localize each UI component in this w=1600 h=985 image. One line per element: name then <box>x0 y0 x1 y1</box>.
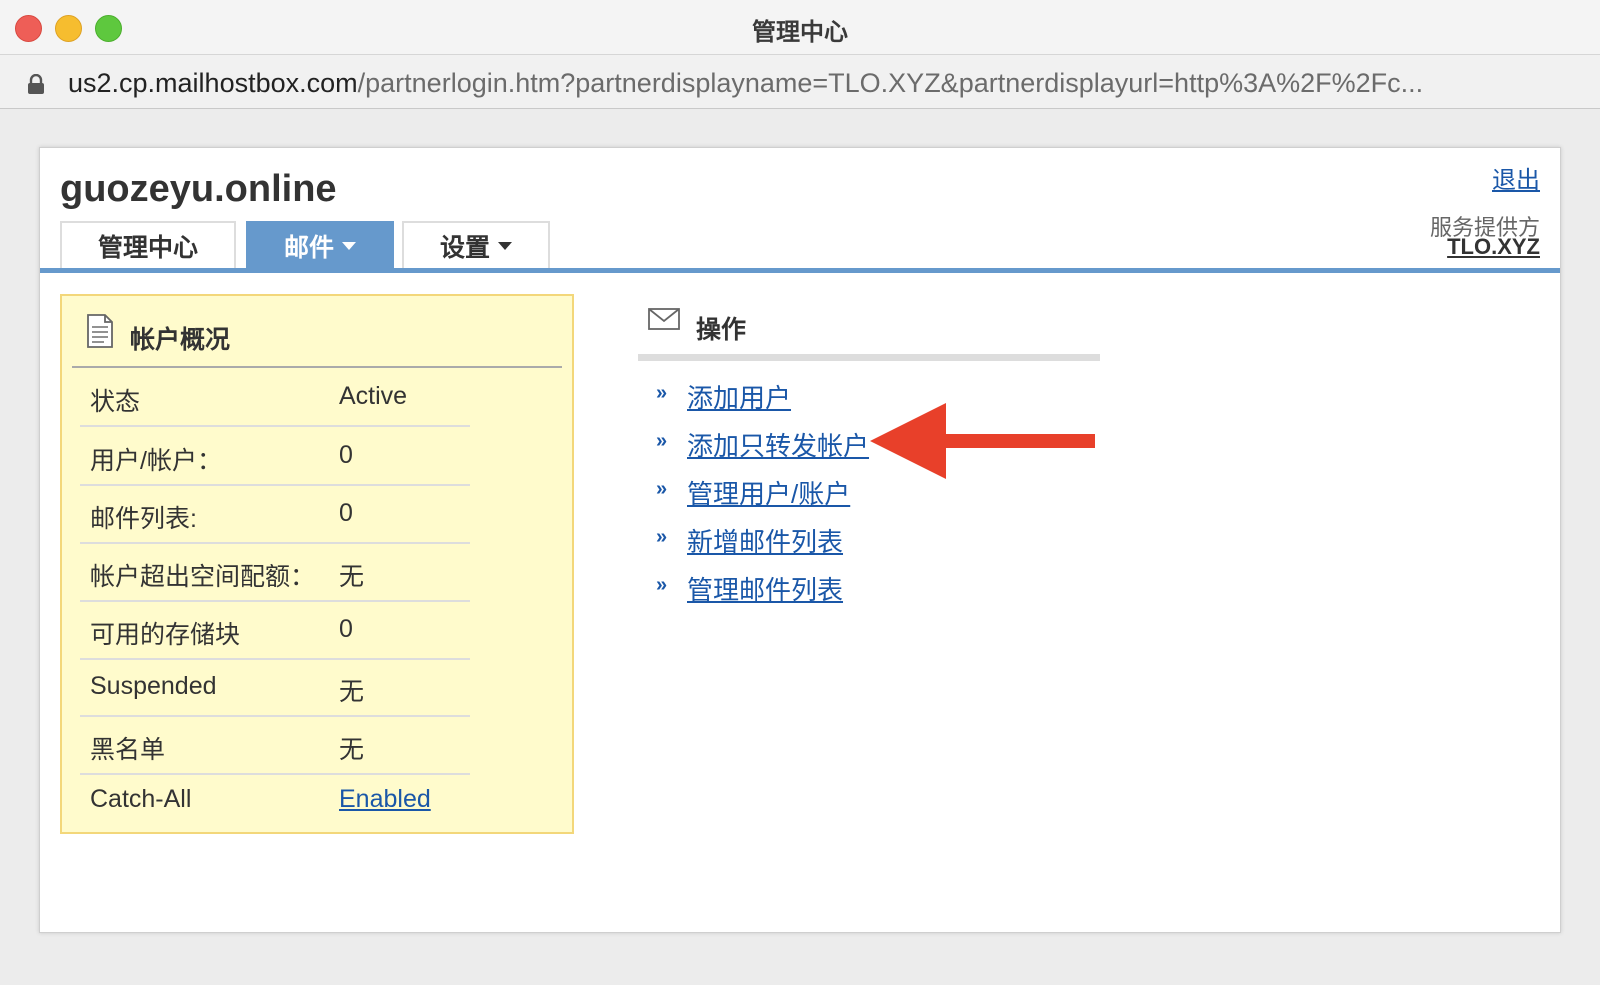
document-icon <box>87 314 113 348</box>
row-value: 0 <box>339 615 353 643</box>
window-title: 管理中心 <box>752 19 848 46</box>
envelope-icon <box>648 308 680 330</box>
tab-label: 邮件 <box>283 234 334 262</box>
control-panel-page: guozeyu.online 退出 服务提供方 TLO.XYZ 管理中心 邮件 … <box>39 147 1561 933</box>
url-path: /partnerlogin.htm?partnerdisplayname=TLO… <box>357 68 1424 98</box>
red-arrow-icon <box>870 403 1095 479</box>
domain-title: guozeyu.online <box>60 168 337 210</box>
row-label: 可用的存储块 <box>90 621 241 649</box>
double-chevron-icon: » <box>656 574 668 596</box>
overview-row-suspended: Suspended 无 <box>80 658 470 717</box>
overview-row-catch-all: Catch-All Enabled <box>80 771 470 828</box>
row-value: 0 <box>339 499 353 527</box>
lock-icon <box>28 74 44 94</box>
account-overview-panel: 帐户概况 状态 Active 用户/帐户： 0 邮件列表: 0 帐户超出空间配额… <box>60 294 574 834</box>
double-chevron-icon: » <box>656 478 668 500</box>
row-value: Active <box>339 382 408 410</box>
row-value: 无 <box>339 563 365 591</box>
url-host: us2.cp.mailhostbox.com <box>68 68 358 98</box>
row-value: 0 <box>339 441 353 469</box>
row-label: 黑名单 <box>90 736 166 764</box>
row-label: 邮件列表: <box>90 505 197 533</box>
url-text[interactable]: us2.cp.mailhostbox.com/partnerlogin.htm?… <box>68 68 1568 99</box>
add-mailing-list-link[interactable]: 新增邮件列表 <box>687 522 843 559</box>
actions-title: 操作 <box>696 316 747 344</box>
overview-row-status: 状态 Active <box>80 368 470 427</box>
tab-settings[interactable]: 设置 <box>402 221 550 269</box>
double-chevron-icon: » <box>656 430 668 452</box>
double-chevron-icon: » <box>656 526 668 548</box>
manage-mailing-lists-link[interactable]: 管理邮件列表 <box>687 570 843 607</box>
tab-mail[interactable]: 邮件 <box>246 221 394 269</box>
overview-row-blacklist: 黑名单 无 <box>80 716 470 775</box>
overview-header: 帐户概况 <box>72 296 562 368</box>
chevron-down-icon <box>498 242 512 250</box>
row-label: 状态 <box>90 388 141 416</box>
row-label: Catch-All <box>90 785 192 813</box>
nav-divider <box>40 268 1560 273</box>
provider-name[interactable]: TLO.XYZ <box>1447 234 1540 260</box>
double-chevron-icon: » <box>656 382 668 404</box>
row-label: 用户/帐户： <box>90 447 222 475</box>
catch-all-enabled-link[interactable]: Enabled <box>339 785 431 814</box>
overview-row-users: 用户/帐户： 0 <box>80 427 470 486</box>
row-label: 帐户超出空间配额： <box>90 563 316 591</box>
tab-admin-center[interactable]: 管理中心 <box>60 221 236 269</box>
row-value: 无 <box>339 736 365 764</box>
chevron-down-icon <box>342 242 356 250</box>
tab-label: 管理中心 <box>97 234 198 262</box>
actions-divider <box>638 354 1100 361</box>
overview-row-storage-blocks: 可用的存储块 0 <box>80 601 470 660</box>
window-titlebar: 管理中心 <box>0 0 1600 55</box>
row-label: Suspended <box>90 672 217 700</box>
overview-row-over-quota: 帐户超出空间配额： 无 <box>80 543 470 602</box>
add-forward-only-account-link[interactable]: 添加只转发帐户 <box>687 426 869 463</box>
tab-label: 设置 <box>439 234 490 262</box>
overview-row-mailing-lists: 邮件列表: 0 <box>80 485 470 544</box>
add-user-link[interactable]: 添加用户 <box>687 378 791 415</box>
logout-link[interactable]: 退出 <box>1492 160 1540 195</box>
manage-users-link[interactable]: 管理用户/账户 <box>687 474 850 511</box>
row-value: 无 <box>339 678 365 706</box>
overview-title: 帐户概况 <box>130 326 231 354</box>
